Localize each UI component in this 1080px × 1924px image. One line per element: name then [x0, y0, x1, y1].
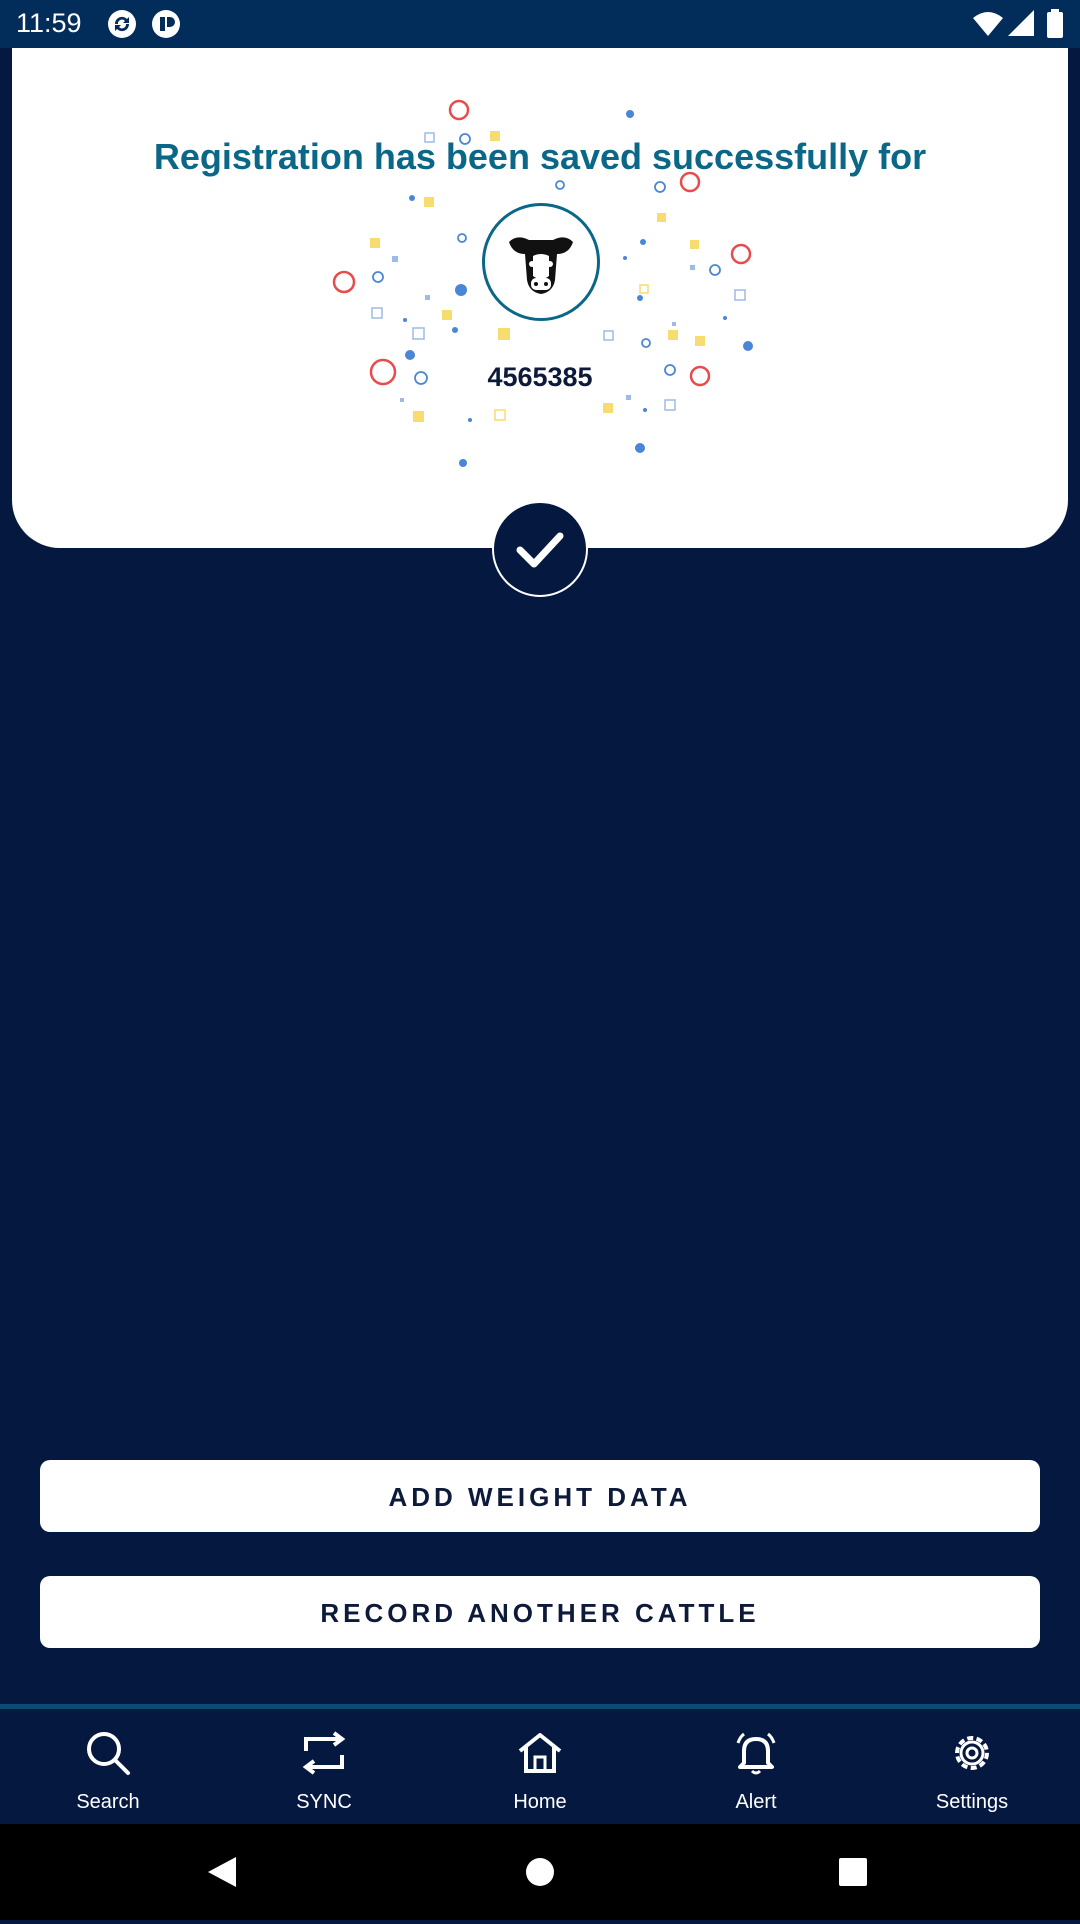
record-another-cattle-button[interactable]: RECORD ANOTHER CATTLE — [40, 1576, 1040, 1648]
nav-home-label: Home — [513, 1791, 567, 1813]
success-check-badge — [492, 501, 588, 597]
nav-settings-label: Settings — [935, 1791, 1009, 1813]
cattle-id: 4565385 — [487, 362, 593, 392]
home-circle-icon[interactable] — [526, 1858, 554, 1886]
nav-home[interactable]: Home — [432, 1709, 648, 1829]
success-title: Registration has been saved successfully… — [153, 136, 927, 177]
search-icon — [87, 1732, 130, 1775]
sync-icon — [302, 1731, 346, 1775]
nav-search[interactable]: Search — [0, 1709, 216, 1829]
recents-icon[interactable] — [839, 1858, 867, 1886]
back-icon[interactable] — [208, 1857, 236, 1887]
add-weight-data-button[interactable]: ADD WEIGHT DATA — [40, 1460, 1040, 1532]
bottom-nav: Search SYNC Home Alert Settings — [0, 1704, 1080, 1829]
nav-sync-label: SYNC — [296, 1791, 352, 1813]
system-nav-bar — [0, 1824, 1080, 1920]
nav-settings[interactable]: Settings — [864, 1709, 1080, 1829]
cattle-avatar — [482, 203, 600, 321]
checkmark-icon — [516, 532, 564, 568]
nav-sync[interactable]: SYNC — [216, 1709, 432, 1829]
nav-alert-label: Alert — [735, 1791, 777, 1813]
bell-icon — [736, 1732, 776, 1775]
home-icon — [518, 1733, 562, 1773]
nav-search-label: Search — [76, 1791, 140, 1813]
nav-alert[interactable]: Alert — [648, 1709, 864, 1829]
gear-icon — [955, 1736, 989, 1770]
cow-head-icon — [509, 237, 573, 294]
